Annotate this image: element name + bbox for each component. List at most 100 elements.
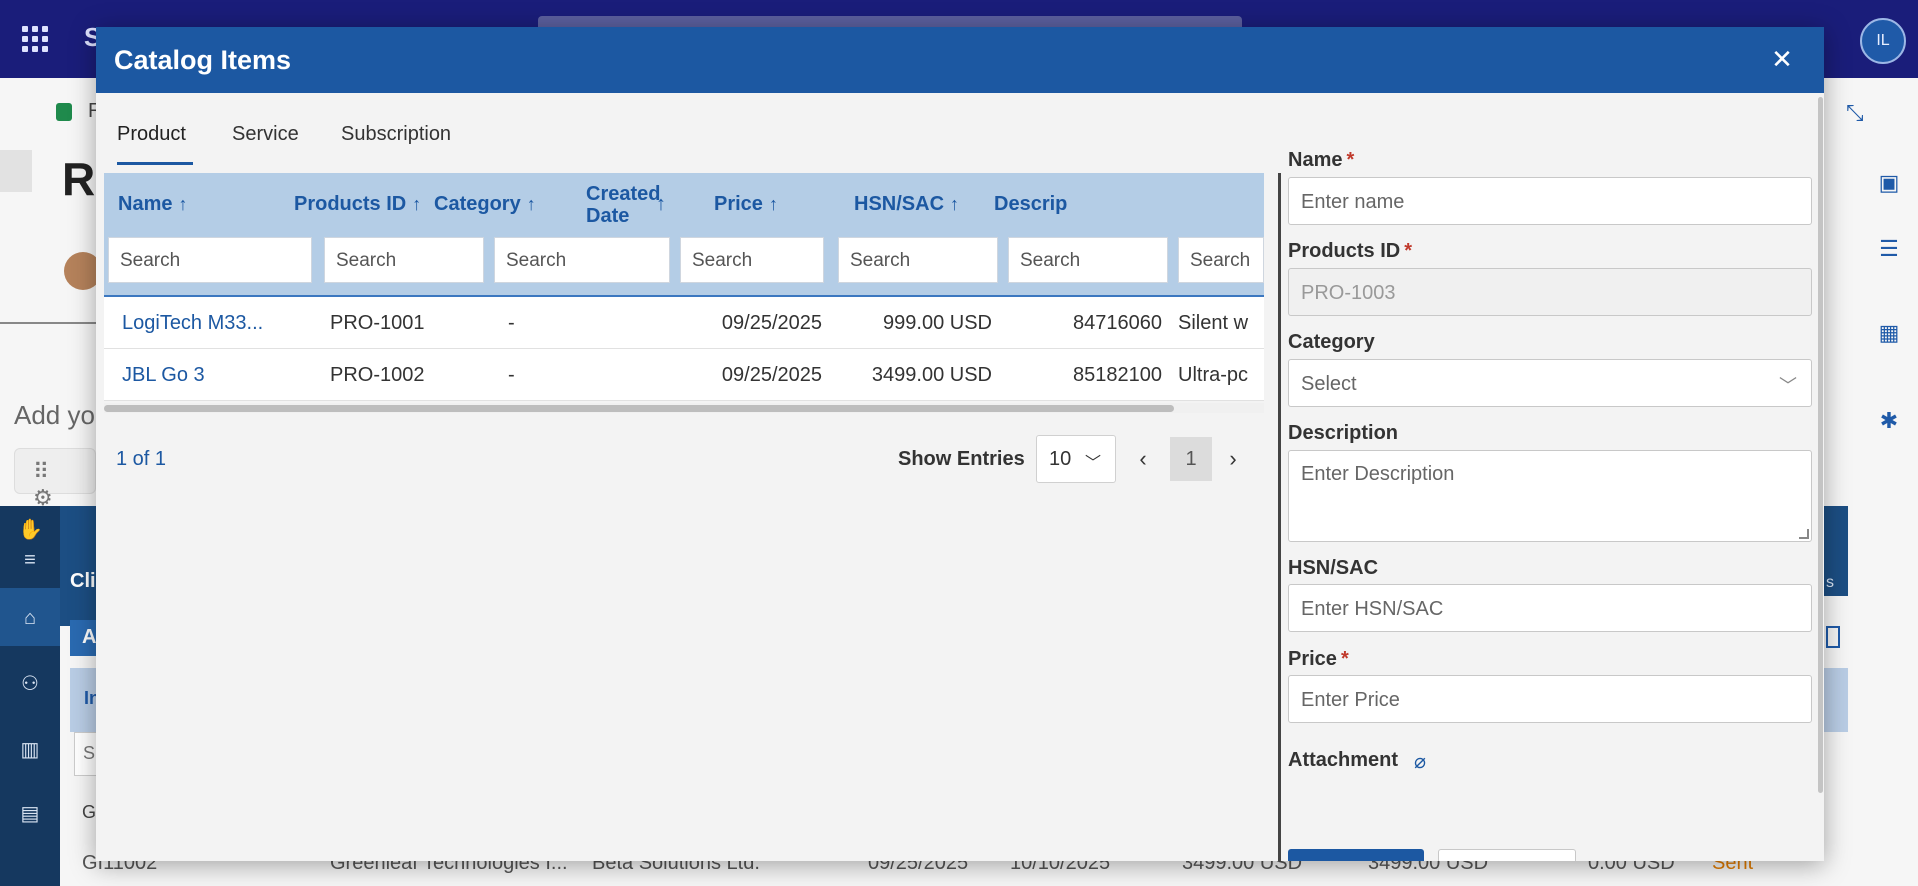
sort-arrow-icon[interactable]: ↑ <box>178 194 187 214</box>
hsn-sac-cell: 84716060 <box>1073 312 1162 334</box>
category-select[interactable]: Select ﹀ <box>1288 359 1812 407</box>
panel-divider[interactable] <box>1278 173 1281 861</box>
menu-icon[interactable]: ≡ <box>18 548 42 572</box>
next-page-icon[interactable]: › <box>1218 441 1248 477</box>
vertical-scrollbar-thumb[interactable] <box>1818 97 1823 793</box>
column-header-description[interactable]: Descrip <box>994 193 1067 216</box>
entries-per-page-select[interactable]: 10 ﹀ <box>1036 435 1116 483</box>
column-header-products-id[interactable]: Products ID ↑ <box>294 193 421 216</box>
created-date-cell: 09/25/2025 <box>721 364 822 386</box>
created-date-cell: 09/25/2025 <box>721 312 822 334</box>
user-avatar[interactable]: IL <box>1860 18 1906 64</box>
resize-handle-icon[interactable] <box>1799 529 1809 539</box>
category-cell: - <box>508 364 515 386</box>
sort-arrow-icon[interactable]: ↑ <box>412 194 421 214</box>
product-id-cell: PRO-1001 <box>330 312 425 334</box>
column-header-price[interactable]: Price ↑ <box>714 193 778 216</box>
dialog-title: Catalog Items <box>114 45 292 75</box>
attachment-label: Attachment <box>1288 749 1399 771</box>
sort-arrow-icon[interactable]: ↑ <box>527 194 536 214</box>
name-input[interactable]: Enter name <box>1288 177 1812 225</box>
products-id-search-input[interactable]: Search <box>324 237 484 283</box>
horizontal-scrollbar-thumb[interactable] <box>104 405 1174 412</box>
background-toolbar[interactable]: ⠿ ⚙ <box>14 448 96 510</box>
column-header-name[interactable]: Name ↑ <box>118 193 187 216</box>
hsn-sac-cell: 85182100 <box>1073 364 1162 386</box>
stats-icon[interactable]: ▤ <box>18 802 42 826</box>
briefcase-icon[interactable]: ▣ <box>1876 170 1902 196</box>
show-entries-label: Show Entries <box>898 448 1025 470</box>
product-name-link[interactable]: JBL Go 3 <box>122 364 205 387</box>
sort-arrow-icon[interactable]: ↑ <box>950 194 959 214</box>
column-header-hsn-sac[interactable]: HSN/SAC ↑ <box>854 193 959 216</box>
description-cell: Silent w <box>1178 312 1249 334</box>
hand-icon[interactable]: ✋ <box>18 518 43 542</box>
chevron-down-icon: ﹀ <box>1779 376 1797 396</box>
background-add-text: Add yo <box>14 400 95 430</box>
sheet-icon <box>56 103 72 121</box>
name-search-input[interactable]: Search <box>108 237 312 283</box>
background-right-box <box>1826 626 1840 648</box>
page-count: 1 of 1 <box>116 448 167 470</box>
column-header-created-date[interactable]: Created Date <box>586 183 660 227</box>
chevron-down-icon: ﹀ <box>1085 455 1102 472</box>
description-label: Description <box>1288 422 1399 444</box>
description-textarea[interactable]: Enter Description <box>1288 450 1812 542</box>
products-id-label: Products ID * <box>1288 240 1413 262</box>
table-row[interactable]: JBL Go 3 PRO-1002 - 09/25/2025 3499.00 U… <box>104 349 1264 401</box>
users-icon[interactable]: ⚇ <box>18 672 42 696</box>
background-header-strip <box>60 506 98 626</box>
dialog-header: Catalog Items ✕ <box>96 27 1824 93</box>
paperclip-icon[interactable]: ⌀ <box>1414 749 1426 774</box>
category-cell: - <box>508 312 515 334</box>
hsn-sac-search-input[interactable]: Search <box>1008 237 1168 283</box>
sort-arrow-icon[interactable]: ↑ <box>656 193 666 216</box>
page-number-button[interactable]: 1 <box>1170 437 1212 481</box>
background-left-tab <box>0 150 32 192</box>
tab-subscription[interactable]: Subscription <box>341 123 451 146</box>
catalog-items-dialog: Catalog Items ✕ Product Service Subscrip… <box>96 27 1824 861</box>
clipboard-icon[interactable]: ▦ <box>1876 320 1902 346</box>
sliders-icon[interactable]: ☰ <box>1876 236 1902 262</box>
home-icon[interactable]: ⌂ <box>18 606 42 630</box>
price-label: Price * <box>1288 648 1349 670</box>
cancel-button[interactable] <box>1438 849 1576 861</box>
price-cell: 999.00 USD <box>883 312 992 334</box>
price-input[interactable]: Enter Price <box>1288 675 1812 723</box>
app-launcher-icon[interactable] <box>22 26 48 52</box>
required-mark: * <box>1340 648 1349 670</box>
chart-icon[interactable]: ▥ <box>18 738 42 762</box>
description-cell: Ultra-pc <box>1178 364 1249 386</box>
close-icon[interactable]: ✕ <box>1764 41 1800 77</box>
table-row[interactable]: LogiTech M33... PRO-1001 - 09/25/2025 99… <box>104 297 1264 349</box>
background-cli-label: Cli <box>70 570 96 592</box>
active-tab-indicator <box>117 162 193 165</box>
products-id-input: PRO-1003 <box>1288 268 1812 316</box>
sort-arrow-icon[interactable]: ↑ <box>769 194 778 214</box>
product-id-cell: PRO-1002 <box>330 364 425 386</box>
previous-page-icon[interactable]: ‹ <box>1128 441 1158 477</box>
grid-header: Name ↑ Products ID ↑ Category ↑ Created Dat… <box>104 173 1264 297</box>
tab-product[interactable]: Product <box>117 123 186 146</box>
category-search-input[interactable]: Search <box>494 237 670 283</box>
product-grid: Name ↑ Products ID ↑ Category ↑ Created Dat… <box>104 173 1264 437</box>
background-right-band-light <box>1824 668 1848 732</box>
required-mark: * <box>1404 240 1413 262</box>
hsn-sac-input[interactable]: Enter HSN/SAC <box>1288 584 1812 632</box>
category-label: Category <box>1288 331 1375 353</box>
price-cell: 3499.00 USD <box>871 364 992 386</box>
description-search-input[interactable]: Search <box>1178 237 1264 283</box>
column-header-category[interactable]: Category ↑ <box>434 193 536 216</box>
name-label: Name * <box>1288 149 1355 171</box>
background-divider <box>0 322 98 324</box>
price-search-input[interactable]: Search <box>838 237 998 283</box>
accessibility-icon[interactable]: ✱ <box>1876 408 1902 434</box>
collapse-icon[interactable]: ⤡ <box>1846 100 1864 126</box>
background-search-stub[interactable]: S <box>74 732 98 776</box>
background-right-band: s <box>1824 506 1848 596</box>
save-button[interactable] <box>1288 849 1424 861</box>
product-name-link[interactable]: LogiTech M33... <box>122 312 263 335</box>
required-mark: * <box>1346 149 1355 171</box>
created-date-search-input[interactable]: Search <box>680 237 824 283</box>
tab-service[interactable]: Service <box>232 123 299 146</box>
